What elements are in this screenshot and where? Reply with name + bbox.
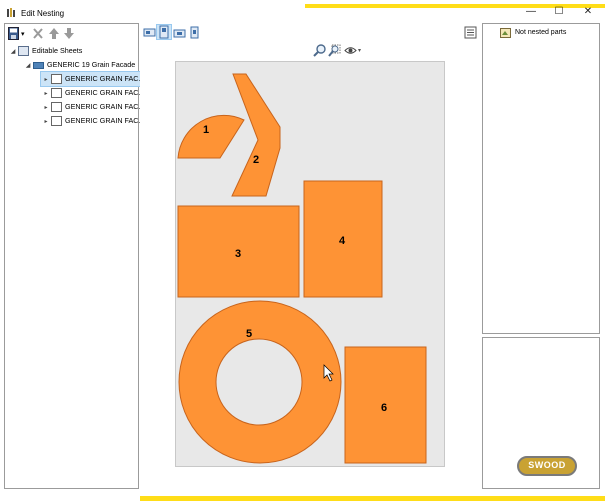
not-nested-parts-label: Not nested parts [515,29,567,36]
part-label-5: 5 [246,328,252,340]
not-nested-parts-panel: Not nested parts [482,23,600,334]
logo-text: SWOOD [528,460,566,470]
part-label-2: 2 [253,154,259,166]
part-1[interactable] [177,114,245,159]
part-label-6: 6 [381,402,387,414]
part-5[interactable] [178,300,342,464]
part-label-4: 4 [339,235,346,247]
part-2[interactable] [231,73,281,197]
part-label-1: 1 [203,124,209,136]
swood-logo: SWOOD [517,456,577,476]
logo-underline [519,471,575,473]
not-nested-parts-icon [500,28,511,40]
accent-stripe-bottom [140,496,605,501]
part-label-3: 3 [235,248,241,260]
